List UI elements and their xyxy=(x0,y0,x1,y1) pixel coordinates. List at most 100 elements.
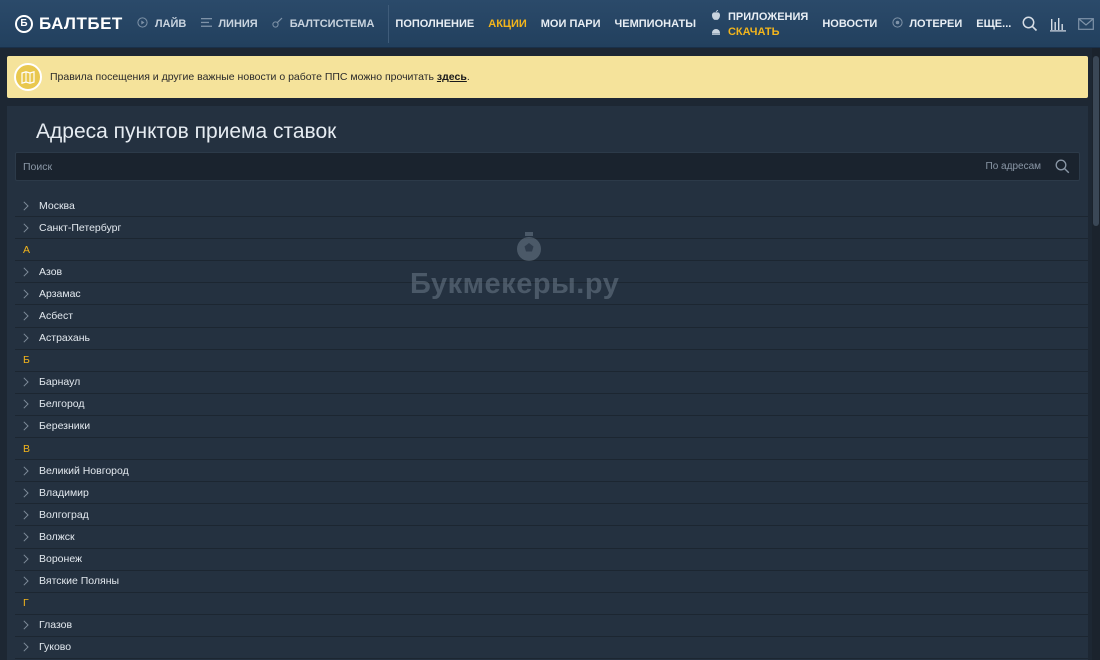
search-mode-toggle[interactable]: По адресам xyxy=(986,161,1041,172)
chevron-right-icon xyxy=(23,377,35,387)
notice-body: Правила посещения и другие важные новост… xyxy=(50,71,437,83)
city-name: Астрахань xyxy=(39,332,90,345)
city-row[interactable]: Воронеж xyxy=(15,549,1088,571)
city-row[interactable]: Волжск xyxy=(15,526,1088,549)
city-row[interactable]: Барнаул xyxy=(15,372,1088,394)
top-navigation-bar: Б БАЛТБЕТ ЛАЙВ ЛИНИЯ БАЛТСИСТЕМА ПОПОЛНЕ… xyxy=(0,0,1100,48)
nav-live-label: ЛАЙВ xyxy=(154,17,187,30)
header-actions xyxy=(1016,0,1100,48)
city-row[interactable]: Белгород xyxy=(15,394,1088,416)
nav-live[interactable]: ЛАЙВ xyxy=(137,16,187,31)
nav-news[interactable]: НОВОСТИ xyxy=(822,18,877,30)
nav-apps-download[interactable]: СКАЧАТЬ xyxy=(728,26,780,38)
city-name: Владимир xyxy=(39,486,89,499)
nav-line-label: ЛИНИЯ xyxy=(218,17,258,30)
chevron-right-icon xyxy=(23,620,35,630)
letter-heading: Г xyxy=(15,593,1088,615)
apple-icon xyxy=(710,9,722,24)
nav-secondary: ЛАЙВ ЛИНИЯ БАЛТСИСТЕМА xyxy=(137,0,389,48)
nav-baltsystem-label: БАЛТСИСТЕМА xyxy=(289,17,375,30)
city-name: Воронеж xyxy=(39,553,83,566)
page-title: Адреса пунктов приема ставок xyxy=(36,120,337,143)
city-row[interactable]: Санкт-Петербург xyxy=(15,217,1088,240)
chevron-right-icon xyxy=(23,488,35,498)
nav-deposit[interactable]: ПОПОЛНЕНИЕ xyxy=(395,18,474,30)
city-name: Гуково xyxy=(39,641,72,654)
android-icon xyxy=(710,26,722,38)
letter-label: В xyxy=(23,442,31,455)
city-row[interactable]: Волгоград xyxy=(15,504,1088,527)
letter-heading: А xyxy=(15,239,1088,262)
play-circle-icon xyxy=(137,16,149,31)
chevron-right-icon xyxy=(23,333,35,343)
page-scrollbar[interactable] xyxy=(1092,48,1100,660)
city-name: Волжск xyxy=(39,530,75,543)
chevron-right-icon xyxy=(23,311,35,321)
city-row[interactable]: Арзамас xyxy=(15,283,1088,306)
notice-link[interactable]: здесь xyxy=(437,71,467,83)
chevron-right-icon xyxy=(23,554,35,564)
letter-label: А xyxy=(23,243,31,256)
city-row[interactable]: Астрахань xyxy=(15,328,1088,350)
city-name: Волгоград xyxy=(39,508,89,521)
nav-primary: ПОПОЛНЕНИЕ АКЦИИ МОИ ПАРИ ЧЕМПИОНАТЫ ПРИ… xyxy=(395,0,1025,48)
city-row[interactable]: Москва xyxy=(15,195,1088,218)
map-icon xyxy=(14,63,42,91)
city-name: Москва xyxy=(39,199,75,212)
stats-icon[interactable] xyxy=(1044,10,1072,38)
city-row[interactable]: Владимир xyxy=(15,482,1088,505)
nav-lotteries[interactable]: ЛОТЕРЕИ xyxy=(891,16,963,31)
logo[interactable]: Б БАЛТБЕТ xyxy=(15,0,123,48)
info-notice: Правила посещения и другие важные новост… xyxy=(7,56,1088,98)
city-name: Арзамас xyxy=(39,287,81,300)
search-bar: По адресам xyxy=(15,152,1080,181)
baltbet-b-icon: Б xyxy=(15,14,33,33)
search-icon[interactable] xyxy=(1051,156,1073,178)
chevron-right-icon xyxy=(23,466,35,476)
lottery-ball-icon xyxy=(891,16,903,31)
search-input[interactable] xyxy=(16,160,986,173)
city-name: Великий Новгород xyxy=(39,464,129,477)
nav-apps-label: ПРИЛОЖЕНИЯ xyxy=(727,10,809,23)
nav-championships[interactable]: ЧЕМПИОНАТЫ xyxy=(615,18,696,30)
chevron-right-icon xyxy=(23,399,35,409)
betting-points-panel: Адреса пунктов приема ставок По адресам … xyxy=(7,106,1088,660)
letter-heading: В xyxy=(15,438,1088,461)
city-row[interactable]: Асбест xyxy=(15,305,1088,328)
nav-baltsystem[interactable]: БАЛТСИСТЕМА xyxy=(272,17,375,31)
nav-divider xyxy=(388,4,390,43)
scrollbar-thumb[interactable] xyxy=(1093,56,1099,226)
nav-more[interactable]: ЕЩЕ... xyxy=(976,18,1011,30)
city-row[interactable]: Глазов xyxy=(15,615,1088,637)
nav-line[interactable]: ЛИНИЯ xyxy=(200,17,258,30)
letter-heading: Б xyxy=(15,350,1088,372)
city-row[interactable]: Великий Новгород xyxy=(15,460,1088,483)
chevron-right-icon xyxy=(23,289,35,299)
chevron-right-icon xyxy=(23,200,35,211)
chevron-right-icon xyxy=(23,510,35,520)
city-name: Березники xyxy=(39,420,91,433)
nav-apps[interactable]: ПРИЛОЖЕНИЯ СКАЧАТЬ xyxy=(710,9,809,38)
nav-lotteries-label: ЛОТЕРЕИ xyxy=(909,17,963,30)
city-row[interactable]: Гуково xyxy=(15,637,1088,659)
city-row[interactable]: Азов xyxy=(15,261,1088,284)
letter-label: Б xyxy=(23,354,30,367)
city-row[interactable]: Вятские Поляны xyxy=(15,571,1088,593)
city-row[interactable]: Березники xyxy=(15,416,1088,439)
chevron-right-icon xyxy=(23,642,35,652)
chevron-right-icon xyxy=(23,267,35,277)
city-name: Азов xyxy=(39,265,63,278)
chevron-right-icon xyxy=(23,576,35,586)
nav-my-bets[interactable]: МОИ ПАРИ xyxy=(541,18,601,30)
guitar-icon xyxy=(272,17,284,31)
city-name: Белгород xyxy=(39,398,85,411)
search-icon[interactable] xyxy=(1016,10,1044,38)
mail-icon[interactable] xyxy=(1072,10,1100,38)
city-name: Глазов xyxy=(39,619,73,632)
chevron-right-icon xyxy=(23,532,35,542)
city-name: Санкт-Петербург xyxy=(39,221,122,234)
letter-label: Г xyxy=(23,597,29,610)
nav-promotions[interactable]: АКЦИИ xyxy=(488,18,527,30)
logo-text: БАЛТБЕТ xyxy=(39,13,123,33)
notice-end: . xyxy=(466,71,470,83)
